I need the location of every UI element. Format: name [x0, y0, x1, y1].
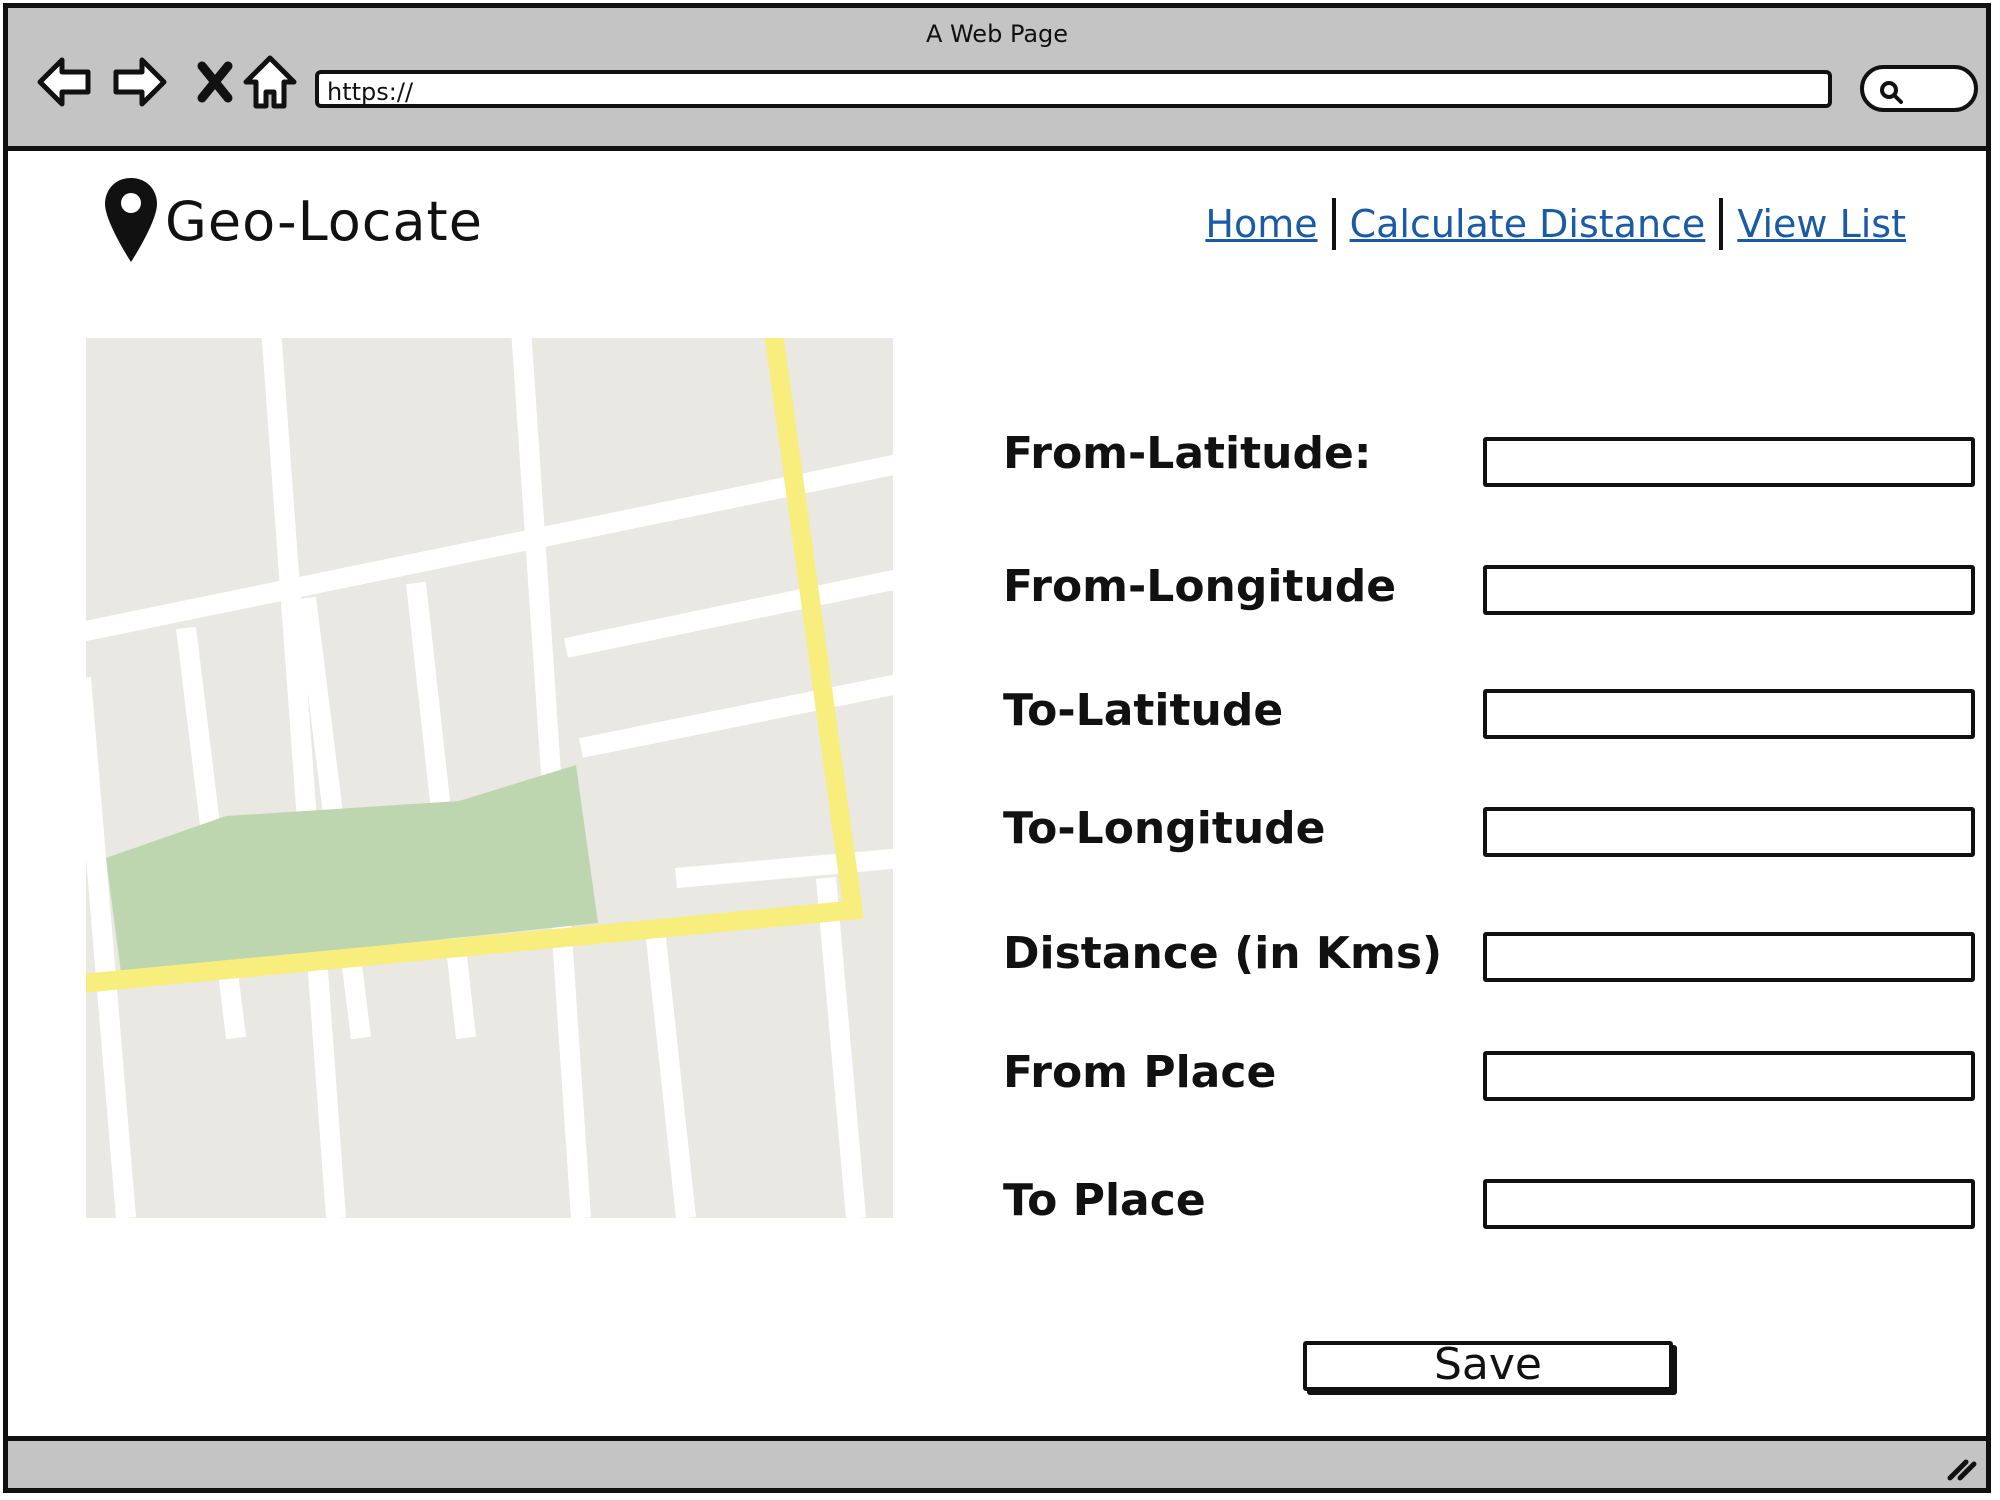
- back-arrow-icon[interactable]: [36, 52, 96, 112]
- to-latitude-input[interactable]: [1483, 689, 1975, 739]
- to-longitude-input[interactable]: [1483, 807, 1975, 857]
- from-longitude-label: From-Longitude: [1003, 561, 1397, 612]
- to-latitude-label: To-Latitude: [1003, 685, 1284, 736]
- status-bar: [8, 1436, 1986, 1488]
- close-icon[interactable]: [188, 52, 248, 112]
- resize-grip-icon[interactable]: [1944, 1452, 1978, 1482]
- save-button[interactable]: Save: [1303, 1341, 1673, 1391]
- site-logo[interactable]: Geo-Locate: [103, 176, 483, 266]
- from-place-label: From Place: [1003, 1047, 1277, 1098]
- to-place-input[interactable]: [1483, 1179, 1975, 1229]
- map-view[interactable]: [86, 338, 893, 1218]
- map-pin-icon: [105, 178, 157, 262]
- window-title: A Web Page: [925, 20, 1069, 48]
- browser-search-field[interactable]: [1860, 65, 1978, 112]
- distance-input[interactable]: [1483, 932, 1975, 982]
- to-longitude-label: To-Longitude: [1003, 803, 1326, 854]
- browser-window: A Web Page https:// Geo-Locate Home Calc…: [3, 3, 1991, 1493]
- distance-label: Distance (in Kms): [1003, 928, 1443, 979]
- nav-separator: [1719, 198, 1724, 250]
- from-latitude-input[interactable]: [1483, 437, 1975, 487]
- main-nav: Home Calculate Distance View List: [1205, 198, 1906, 250]
- from-longitude-input[interactable]: [1483, 565, 1975, 615]
- search-icon: [1880, 81, 1903, 104]
- home-icon[interactable]: [240, 52, 300, 112]
- nav-link-view-list[interactable]: View List: [1737, 202, 1906, 246]
- nav-link-calculate-distance[interactable]: Calculate Distance: [1350, 202, 1706, 246]
- from-latitude-label: From-Latitude:: [1003, 428, 1372, 479]
- nav-separator: [1331, 198, 1336, 250]
- browser-toolbar: A Web Page https://: [8, 8, 1986, 151]
- to-place-label: To Place: [1003, 1175, 1206, 1226]
- forward-arrow-icon[interactable]: [108, 52, 168, 112]
- site-name: Geo-Locate: [165, 189, 483, 253]
- url-input[interactable]: https://: [315, 70, 1832, 108]
- from-place-input[interactable]: [1483, 1051, 1975, 1101]
- nav-link-home[interactable]: Home: [1205, 202, 1317, 246]
